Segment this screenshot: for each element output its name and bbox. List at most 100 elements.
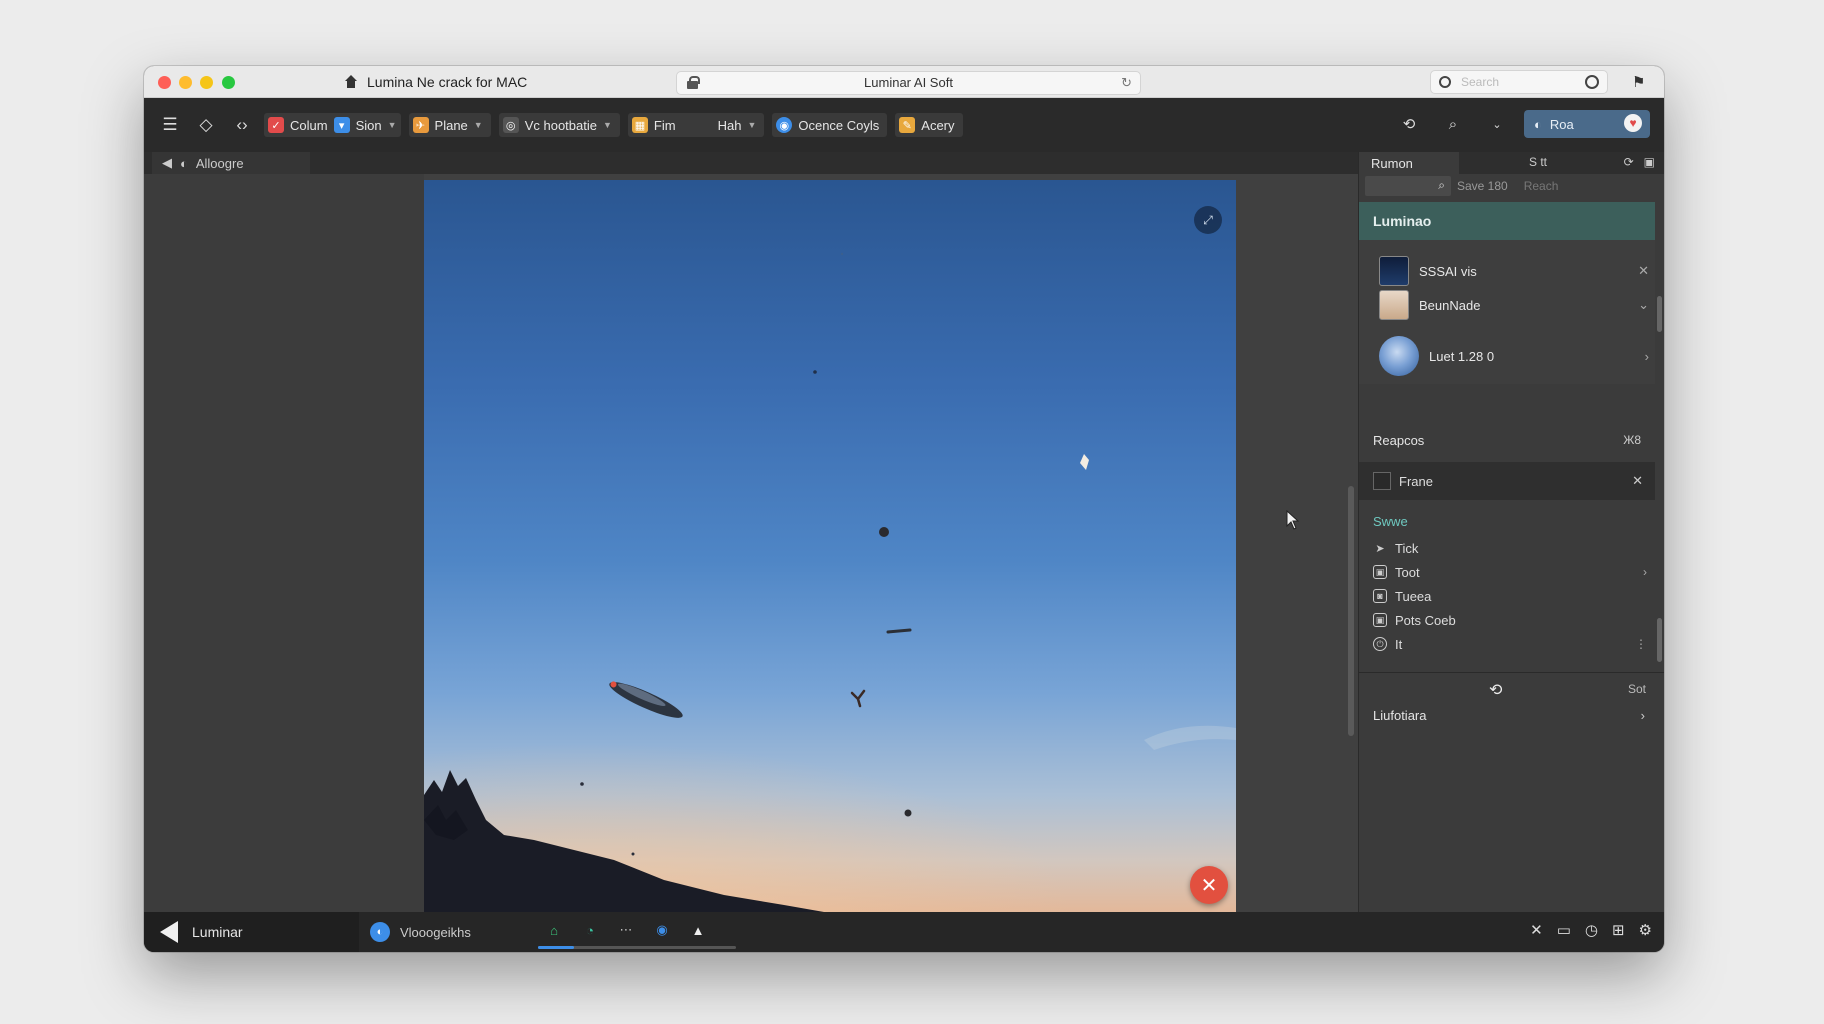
presets-section-header[interactable]: Reapcos Ж8 <box>1359 422 1655 458</box>
list-item-label: Tick <box>1395 540 1419 556</box>
search-placeholder: Search <box>1461 75 1500 89</box>
layer-item[interactable]: BeunNade ⌄ <box>1379 290 1649 320</box>
list-item[interactable]: ⏻ It ⋮ <box>1373 632 1653 656</box>
tab-second[interactable]: S tt <box>1529 155 1547 169</box>
toolbar-chip-plane[interactable]: ✈ Plane ▼ <box>408 113 491 137</box>
panel-tab-icons: ⟳ ▣ <box>1624 155 1655 169</box>
toolbar-chip-ocence[interactable]: ◉ Ocence Coyls <box>772 113 888 137</box>
history-icon[interactable]: ⟲ <box>1392 109 1426 139</box>
tab-rumon[interactable]: Rumon <box>1359 152 1459 174</box>
check-icon: ✓ <box>268 117 284 133</box>
distant-object <box>840 252 844 256</box>
code-icon[interactable]: ‹› <box>228 111 256 139</box>
user-account-button[interactable]: ◐ Roa ♥ <box>1524 110 1650 138</box>
bright-object <box>1080 454 1089 470</box>
tools-list: Swwe ➤ Tick ▣ Toot › ◙ Tueea ▣ Pots Coeb… <box>1373 514 1653 656</box>
set-label[interactable]: Sot <box>1628 682 1646 696</box>
active-item-label: Vlooogeikhs <box>400 924 471 940</box>
close-image-button[interactable]: ✕ <box>1190 866 1228 904</box>
user-icon: ◐ <box>1534 116 1542 132</box>
distant-object <box>886 628 912 634</box>
titlebar-search-input[interactable]: Search <box>1430 70 1608 94</box>
fit-view-icon[interactable]: ⤢ <box>1194 206 1222 234</box>
search-icon[interactable]: ⌕ <box>1436 109 1470 139</box>
zoom-window-button[interactable] <box>200 76 213 89</box>
panel-search-input[interactable]: ⌕ <box>1365 176 1451 196</box>
search-hint-secondary: Reach <box>1523 179 1559 193</box>
eye-icon: ◎ <box>502 117 519 133</box>
notification-icon[interactable]: ▲ <box>688 920 708 940</box>
window-icon[interactable]: ▣ <box>1644 155 1655 169</box>
diamond-icon[interactable]: ◇ <box>192 111 220 139</box>
arrow-icon: ➤ <box>1375 542 1385 555</box>
right-panel-tabs: Rumon S tt ⟳ ▣ <box>1359 152 1664 174</box>
layer-name: Luet 1.28 0 <box>1429 348 1495 364</box>
bottom-section-header[interactable]: Liufotiara › <box>1373 708 1655 723</box>
toolbar-chip-film[interactable]: ▦ Fim Hah ▼ <box>627 113 765 137</box>
url-bar[interactable]: Luminar AI Soft ↻ <box>676 71 1141 95</box>
home-icon <box>344 75 358 89</box>
list-item[interactable]: ➤ Tick <box>1373 536 1653 560</box>
canvas-scrollbar[interactable] <box>1348 486 1354 736</box>
lock-icon <box>687 76 700 89</box>
breadcrumb-label: Alloogre <box>195 155 244 171</box>
share-icon[interactable]: ⚑ <box>1632 73 1645 91</box>
close-window-button[interactable] <box>158 76 171 89</box>
chevron-down-icon[interactable]: ⌄ <box>1638 297 1649 313</box>
film-icon: ▦ <box>631 117 648 133</box>
close-icon[interactable]: ✕ <box>1530 921 1543 939</box>
timer-icon[interactable]: ◷ <box>1585 921 1598 939</box>
list-item[interactable]: ▣ Toot › <box>1373 560 1653 584</box>
chevron-right-icon[interactable]: › <box>1645 349 1649 364</box>
breadcrumb[interactable]: ◀ ◐ Alloogre <box>152 152 310 174</box>
list-item-label: It <box>1395 636 1403 652</box>
mouse-cursor-icon <box>1286 510 1300 530</box>
reload-icon[interactable]: ↻ <box>1121 72 1132 94</box>
list-item[interactable]: ▣ Pots Coeb <box>1373 608 1653 632</box>
tools-scrollbar[interactable] <box>1657 618 1662 662</box>
layer-item[interactable]: Luet 1.28 0 › <box>1379 336 1649 376</box>
minimize-window-button[interactable] <box>179 76 192 89</box>
more-icon[interactable]: ⋯ <box>616 920 636 940</box>
home-icon[interactable]: ⌂ <box>544 920 564 940</box>
refresh-icon[interactable] <box>1585 75 1599 89</box>
grid-icon[interactable]: ⊞ <box>1612 921 1625 939</box>
layers-scrollbar[interactable] <box>1657 296 1662 332</box>
sync-icon[interactable]: ⟳ <box>1624 155 1634 169</box>
browser-tab[interactable]: Lumina Ne crack for MAC <box>344 74 527 90</box>
section-title: Liufotiara <box>1373 708 1427 723</box>
list-title: Swwe <box>1373 514 1408 529</box>
power-icon: ⏻ <box>1373 637 1387 651</box>
frame-checkbox[interactable] <box>1373 472 1391 490</box>
active-item[interactable]: ◐ Vlooogeikhs <box>370 922 471 942</box>
contact-icon[interactable]: ◉ <box>652 920 672 940</box>
list-item[interactable]: ◙ Tueea <box>1373 584 1653 608</box>
reset-icon[interactable]: ⟲ <box>1489 680 1502 700</box>
title-bar: Lumina Ne crack for MAC Luminar AI Soft … <box>144 66 1664 98</box>
list-item-label: Tueea <box>1395 588 1432 604</box>
close-icon[interactable]: ✕ <box>1638 263 1649 279</box>
chat-icon[interactable]: ◔ <box>580 920 600 940</box>
chip-label: Hah <box>717 117 742 133</box>
toolbar-chip-acery[interactable]: ✎ Acery <box>895 113 963 137</box>
user-label: Roa <box>1549 116 1574 132</box>
close-icon[interactable]: ✕ <box>1632 473 1643 489</box>
display-icon[interactable]: ▭ <box>1557 921 1571 939</box>
distant-object <box>813 370 817 374</box>
heart-icon[interactable]: ♥ <box>1624 114 1642 132</box>
frame-row[interactable]: Frane ✕ <box>1359 462 1655 500</box>
image-icon: ▣ <box>1373 613 1387 627</box>
more-options-icon[interactable]: ⋮ <box>1635 637 1647 651</box>
app-badge[interactable]: Luminar <box>144 912 359 952</box>
menu-icon[interactable]: ☰ <box>156 111 184 139</box>
fullscreen-window-button[interactable] <box>222 76 235 89</box>
settings-icon[interactable]: ⚙ <box>1639 921 1652 939</box>
back-icon[interactable]: ◀ <box>162 155 172 171</box>
layer-thumbnail <box>1379 290 1409 320</box>
chevron-down-icon: ▼ <box>747 120 757 130</box>
chevron-down-icon[interactable]: ⌄ <box>1480 109 1514 139</box>
toolbar-chip-vc[interactable]: ◎ Vc hootbatie ▼ <box>498 113 620 137</box>
photo-canvas[interactable]: ⤢ <box>424 180 1236 912</box>
toolbar-chip-colum[interactable]: ✓ Colum ▾ Sion ▼ <box>264 113 401 137</box>
layer-item[interactable]: SSSAI vis ✕ <box>1379 256 1649 286</box>
